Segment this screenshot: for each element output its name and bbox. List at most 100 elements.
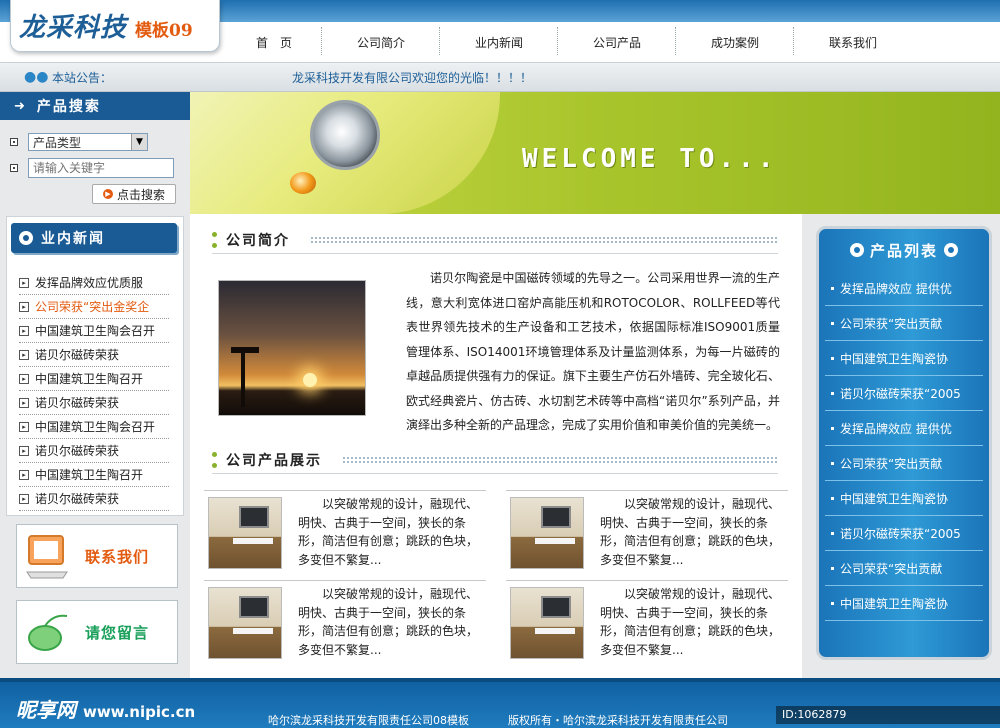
products-section-title: 公司产品展示 <box>212 448 778 474</box>
news-item[interactable]: ▸ 中国建筑卫生陶召开 <box>19 463 169 487</box>
category-select[interactable]: 产品类型 ▼ <box>28 133 148 151</box>
product-thumbnail[interactable] <box>208 497 282 569</box>
product-list-item[interactable]: 中国建筑卫生陶瓷协 <box>825 586 983 621</box>
news-panel-title-text: 业内新闻 <box>41 231 105 247</box>
search-form: 产品类型 ▼ ▶ 点击搜索 <box>0 120 190 210</box>
arrow-box-icon: ▸ <box>19 445 29 456</box>
site-header: 龙采科技 模板09 首 页 公司简介 业内新闻 公司产品 成功案例 联系我们 <box>0 0 1000 62</box>
site-logo[interactable]: 龙采科技 模板09 <box>10 0 220 52</box>
news-item[interactable]: ▸ 诺贝尔磁砖荣获 <box>19 343 169 367</box>
product-list-item-text: 公司荣获“突出贡献 <box>840 316 943 331</box>
product-list-item-text: 发挥品牌效应 提供优 <box>840 281 952 296</box>
product-list-item[interactable]: 公司荣获“突出贡献 <box>825 551 983 586</box>
signpost-pole-graphic <box>241 347 245 407</box>
car-image <box>190 92 500 214</box>
sun-graphic <box>303 373 317 387</box>
arrow-box-icon: ▸ <box>19 373 29 384</box>
news-item[interactable]: ▸ 中国建筑卫生陶会召开 <box>19 415 169 439</box>
news-list: ▸ 发挥品牌效应优质服 ▸ 公司荣获“突出金奖企 ▸ 中国建筑卫生陶会召开 ▸ 诺贝尔磁… <box>19 271 183 511</box>
news-item[interactable]: ▸ 诺贝尔磁砖荣获 <box>19 439 169 463</box>
footer-stripe <box>0 678 1000 682</box>
product-card[interactable]: 以突破常规的设计，融现代、明快、古典于一空间，狭长的条形，简洁但有创意；跳跃的色… <box>204 490 486 574</box>
circle-bullet-icon <box>944 243 958 257</box>
news-item[interactable]: ▸ 中国建筑卫生陶召开 <box>19 367 169 391</box>
product-list-item[interactable]: 公司荣获“突出贡献 <box>825 306 983 341</box>
news-item[interactable]: ▸ 诺贝尔磁砖荣获 <box>19 391 169 415</box>
contact-us-banner[interactable]: 联系我们 <box>16 524 178 588</box>
bullet-icon <box>10 138 18 146</box>
mirror-graphic <box>239 506 269 528</box>
search-panel-title-text: 产品搜索 <box>36 99 101 115</box>
mirror-graphic <box>541 506 571 528</box>
hero-banner: WELCOME TO... <box>190 92 1000 214</box>
product-list-title: 产品列表 <box>819 229 989 271</box>
bullet-icon <box>10 164 18 172</box>
news-item[interactable]: ▸ 发挥品牌效应优质服 <box>19 271 169 295</box>
product-list-item-text: 公司荣获“突出贡献 <box>840 561 943 576</box>
product-list-item-text: 公司荣获“突出贡献 <box>840 456 943 471</box>
product-list-item[interactable]: 发挥品牌效应 提供优 <box>825 411 983 446</box>
product-thumbnail[interactable] <box>510 587 584 659</box>
computer-icon <box>26 535 68 579</box>
arrow-box-icon: ▸ <box>19 397 29 408</box>
product-list-item[interactable]: 发挥品牌效应 提供优 <box>825 271 983 306</box>
product-list-item-text: 诺贝尔磁砖荣获“2005 <box>840 386 961 401</box>
arrow-box-icon: ▸ <box>19 421 29 432</box>
news-item-text: 中国建筑卫生陶召开 <box>35 372 144 386</box>
product-list-item[interactable]: 中国建筑卫生陶瓷协 <box>825 481 983 516</box>
product-list-item[interactable]: 中国建筑卫生陶瓷协 <box>825 341 983 376</box>
leave-message-banner[interactable]: 请您留言 <box>16 600 178 664</box>
arrow-box-icon: ▸ <box>19 301 29 312</box>
product-thumbnail[interactable] <box>510 497 584 569</box>
square-bullet-icon <box>831 496 834 500</box>
nav-contact[interactable]: 联系我们 <box>793 26 912 55</box>
product-card[interactable]: 以突破常规的设计，融现代、明快、古典于一空间，狭长的条形，简洁但有创意；跳跃的色… <box>506 490 788 574</box>
news-item-text: 诺贝尔磁砖荣获 <box>35 492 120 506</box>
news-item-text: 发挥品牌效应优质服 <box>35 276 144 290</box>
product-card[interactable]: 以突破常规的设计，融现代、明快、古典于一空间，狭长的条形，简洁但有创意；跳跃的色… <box>506 580 788 664</box>
product-list-item[interactable]: 公司荣获“突出贡献 <box>825 446 983 481</box>
square-bullet-icon <box>831 356 834 360</box>
nav-cases[interactable]: 成功案例 <box>675 26 794 55</box>
watermark-url: www.nipic.cn <box>82 703 196 721</box>
section-marker-icon <box>212 452 218 468</box>
about-title-text: 公司简介 <box>226 233 290 249</box>
nav-products[interactable]: 公司产品 <box>557 26 676 55</box>
arrow-box-icon: ▸ <box>19 493 29 504</box>
nav-news[interactable]: 业内新闻 <box>439 26 558 55</box>
keyword-input[interactable] <box>28 158 174 178</box>
square-bullet-icon <box>831 286 834 290</box>
news-panel: 业内新闻 ▸ 发挥品牌效应优质服 ▸ 公司荣获“突出金奖企 ▸ 中国建筑卫生陶会召开 … <box>6 216 184 516</box>
news-item[interactable]: ▸ 中国建筑卫生陶会召开 <box>19 319 169 343</box>
search-panel-title: ➜ 产品搜索 <box>0 92 190 120</box>
square-bullet-icon <box>831 566 834 570</box>
blinker-graphic <box>290 172 316 194</box>
news-item-text: 中国建筑卫生陶会召开 <box>35 324 156 338</box>
main-content: 公司简介 诺贝尔陶瓷是中国磁砖领域的先导之一。公司采用世界一流的生产线，意大利宽… <box>190 214 802 678</box>
search-dot-icon: ▶ <box>102 189 113 199</box>
news-panel-title: 业内新闻 <box>11 223 177 253</box>
news-item[interactable]: ▸ 公司荣获“突出金奖企 <box>19 295 169 319</box>
users-icon: ●● <box>24 69 49 85</box>
logo-sub-text: 模板09 <box>135 21 193 41</box>
nav-home[interactable]: 首 页 <box>226 34 322 51</box>
section-marker-icon <box>212 232 218 248</box>
notice-text[interactable]: 龙采科技开发有限公司欢迎您的光临！！！！ <box>292 69 532 86</box>
square-bullet-icon <box>831 601 834 605</box>
headlamp-graphic <box>310 100 380 170</box>
product-list-item[interactable]: 诺贝尔磁砖荣获“2005 <box>825 516 983 551</box>
product-thumbnail[interactable] <box>208 587 282 659</box>
news-item-text: 诺贝尔磁砖荣获 <box>35 396 120 410</box>
about-section-title: 公司简介 <box>212 228 778 254</box>
nav-about[interactable]: 公司简介 <box>321 26 440 55</box>
main-nav: 首 页 公司简介 业内新闻 公司产品 成功案例 联系我们 <box>226 22 1000 62</box>
product-card[interactable]: 以突破常规的设计，融现代、明快、古典于一空间，狭长的条形，简洁但有创意；跳跃的色… <box>204 580 486 664</box>
dropdown-arrow-icon[interactable]: ▼ <box>131 134 147 150</box>
welcome-text: WELCOME TO... <box>522 144 778 174</box>
product-list-item[interactable]: 诺贝尔磁砖荣获“2005 <box>825 376 983 411</box>
search-button[interactable]: ▶ 点击搜索 <box>92 184 176 204</box>
news-item[interactable]: ▸ 诺贝尔磁砖荣获 <box>19 487 169 511</box>
arrow-box-icon: ▸ <box>19 325 29 336</box>
sink-graphic <box>233 538 273 544</box>
dotted-divider <box>310 236 778 244</box>
